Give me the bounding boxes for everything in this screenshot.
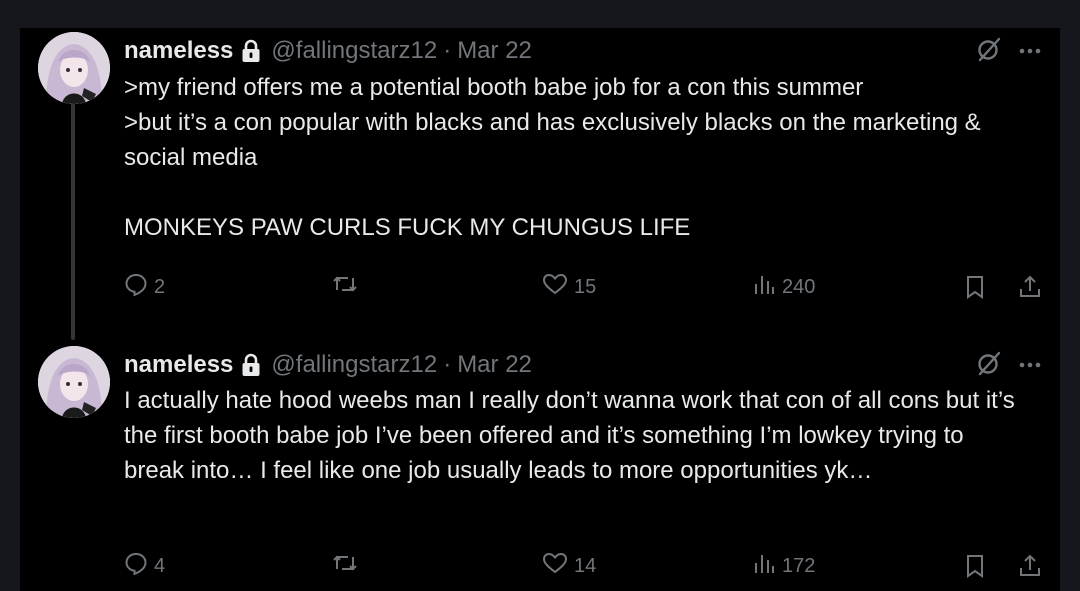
more-icon[interactable]	[1018, 42, 1042, 60]
separator: ·	[443, 37, 452, 64]
like-button[interactable]: 14	[542, 549, 596, 583]
retweet-button[interactable]	[332, 270, 364, 304]
avatar[interactable]	[38, 32, 110, 104]
display-name[interactable]: nameless	[124, 351, 233, 379]
views-button[interactable]: 240	[752, 270, 815, 304]
reply-button[interactable]: 4	[124, 549, 165, 583]
grok-icon[interactable]	[976, 36, 1002, 67]
reply-icon	[124, 272, 148, 302]
reply-icon	[124, 551, 148, 581]
separator: ·	[443, 351, 452, 378]
tweet-text: >my friend offers me a potential booth b…	[124, 74, 981, 241]
like-count: 14	[574, 554, 597, 577]
timeline: nameless @fallingstarz12 · Mar 22 >my fr…	[20, 28, 1060, 591]
views-icon	[752, 551, 776, 581]
share-icon[interactable]	[1018, 549, 1042, 583]
display-name[interactable]: nameless	[124, 37, 233, 65]
views-button[interactable]: 172	[752, 549, 815, 583]
retweet-icon	[332, 272, 358, 302]
lock-icon	[241, 39, 261, 63]
share-icon[interactable]	[1018, 270, 1042, 304]
like-icon	[542, 551, 568, 581]
views-count: 172	[782, 554, 816, 577]
tweet[interactable]: nameless @fallingstarz12 · Mar 22	[20, 28, 1060, 346]
grok-icon[interactable]	[976, 350, 1002, 381]
lock-icon	[241, 353, 261, 377]
timestamp[interactable]: Mar 22	[457, 351, 532, 379]
views-icon	[752, 272, 776, 302]
like-icon	[542, 272, 568, 302]
action-bar: 2 15 240	[124, 270, 1044, 304]
reply-button[interactable]: 2	[124, 270, 165, 304]
avatar[interactable]	[38, 346, 110, 418]
like-button[interactable]: 15	[542, 270, 596, 304]
tweet-text: I actually hate hood weebs man I really …	[124, 387, 1022, 484]
retweet-button[interactable]	[332, 549, 364, 583]
like-count: 15	[574, 275, 597, 298]
bookmark-icon[interactable]	[964, 270, 986, 304]
handle[interactable]: @fallingstarz12	[271, 37, 437, 65]
thread-line	[71, 102, 75, 340]
tweet-header: nameless @fallingstarz12 · Mar 22	[124, 348, 532, 382]
timestamp[interactable]: Mar 22	[457, 37, 532, 65]
bookmark-icon[interactable]	[964, 549, 986, 583]
reply-count: 4	[154, 554, 166, 577]
retweet-icon	[332, 551, 358, 581]
more-icon[interactable]	[1018, 356, 1042, 374]
tweet-header: nameless @fallingstarz12 · Mar 22	[124, 34, 532, 68]
views-count: 240	[782, 275, 816, 298]
reply-count: 2	[154, 275, 166, 298]
handle[interactable]: @fallingstarz12	[271, 351, 437, 379]
action-bar: 4 14 172	[124, 549, 1044, 583]
tweet[interactable]: nameless @fallingstarz12 · Mar 22	[20, 346, 1060, 591]
